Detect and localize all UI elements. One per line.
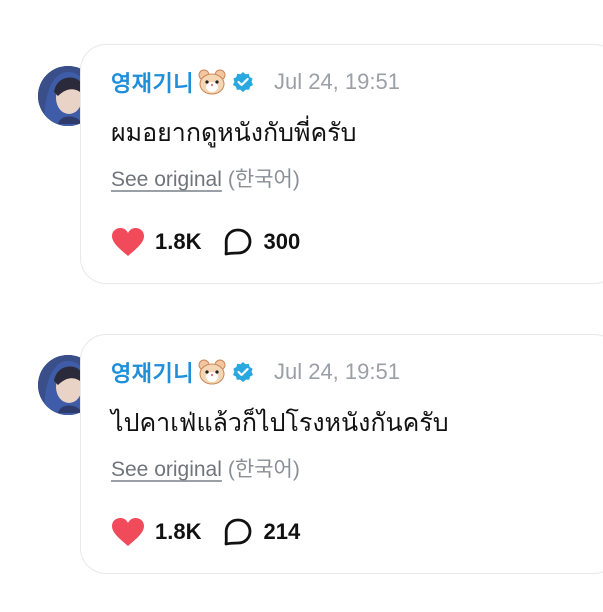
see-original-link[interactable]: See original	[111, 458, 222, 481]
post-card[interactable]: 영재기니 Jul 24, 19:51 ผมอยากดูหนังกับพี่ครั…	[80, 44, 603, 284]
post-timestamp: Jul 24, 19:51	[273, 359, 400, 384]
username[interactable]: 영재기니	[111, 356, 194, 388]
like-button[interactable]: 1.8K	[111, 517, 201, 547]
verified-badge-icon	[232, 72, 253, 92]
post-timestamp: Jul 24, 19:51	[273, 69, 400, 94]
post-text: ไปคาเฟ่แล้วก็ไปโรงหนังกันครับ	[111, 408, 449, 437]
hamster-face-icon	[198, 359, 226, 385]
post-header: 영재기니 Jul 24, 19:51	[111, 355, 400, 389]
like-count: 1.8K	[155, 519, 202, 544]
comment-button[interactable]: 300	[223, 227, 300, 257]
username[interactable]: 영재기니	[111, 66, 194, 98]
post-text: ผมอยากดูหนังกับพี่ครับ	[111, 118, 357, 147]
comment-button[interactable]: 214	[223, 517, 300, 547]
comment-bubble-icon	[225, 518, 252, 546]
original-language-label: (한국어)	[227, 458, 300, 481]
post-card[interactable]: 영재기니 Jul 24, 19:51 ไปคาเฟ่แล้วก็ไปโรงหนั…	[80, 334, 603, 574]
comment-count: 214	[263, 519, 301, 544]
post-actions: 1.8K 214	[111, 517, 300, 547]
heart-icon	[112, 228, 144, 256]
translation-row: See original (한국어)	[111, 163, 300, 193]
verified-badge-icon	[232, 362, 253, 382]
hamster-face-icon	[198, 69, 226, 95]
like-button[interactable]: 1.8K	[111, 227, 201, 257]
heart-icon	[112, 518, 144, 546]
comment-bubble-icon	[225, 228, 252, 256]
see-original-link[interactable]: See original	[111, 168, 222, 191]
post-header: 영재기니 Jul 24, 19:51	[111, 65, 400, 99]
original-language-label: (한국어)	[227, 168, 300, 191]
post-actions: 1.8K 300	[111, 227, 300, 257]
like-count: 1.8K	[155, 229, 202, 254]
translation-row: See original (한국어)	[111, 453, 300, 483]
comment-count: 300	[263, 229, 301, 254]
